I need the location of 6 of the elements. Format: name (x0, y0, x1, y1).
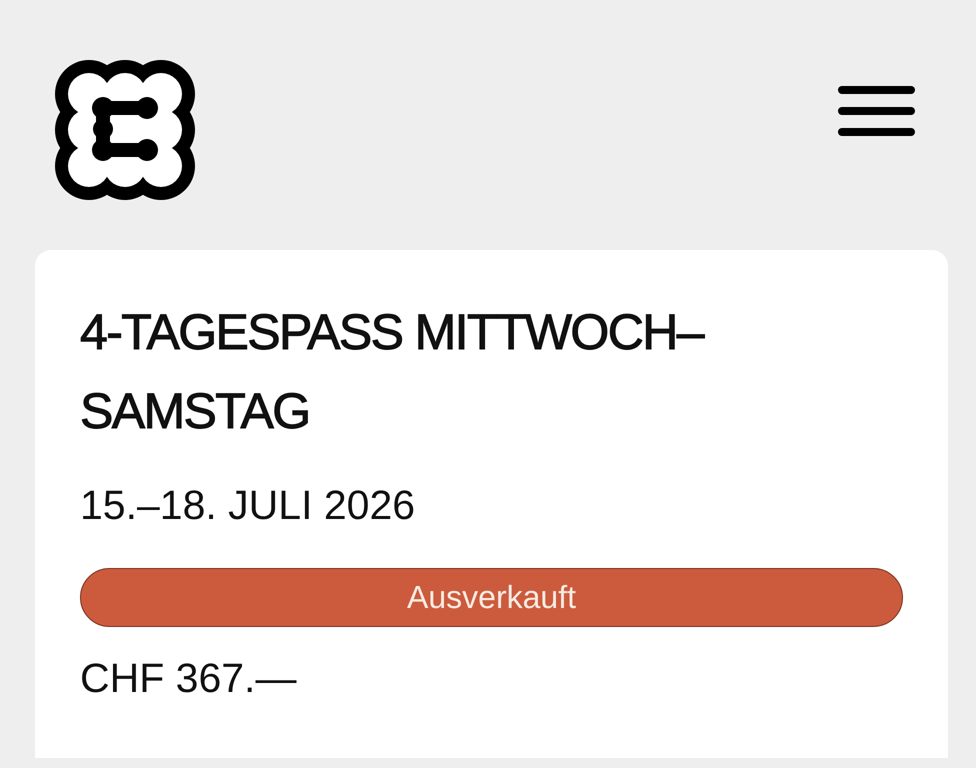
ticket-dates: 15.–18. JULI 2026 (80, 482, 416, 529)
menu-icon[interactable] (838, 86, 915, 136)
logo-icon (55, 60, 195, 200)
ticket-price: CHF 367.— (80, 655, 296, 702)
sold-out-button[interactable]: Ausverkauft (80, 568, 903, 627)
ticket-title: 4-TAGESPASS MITTWOCH–SAMSTAG (80, 303, 705, 441)
